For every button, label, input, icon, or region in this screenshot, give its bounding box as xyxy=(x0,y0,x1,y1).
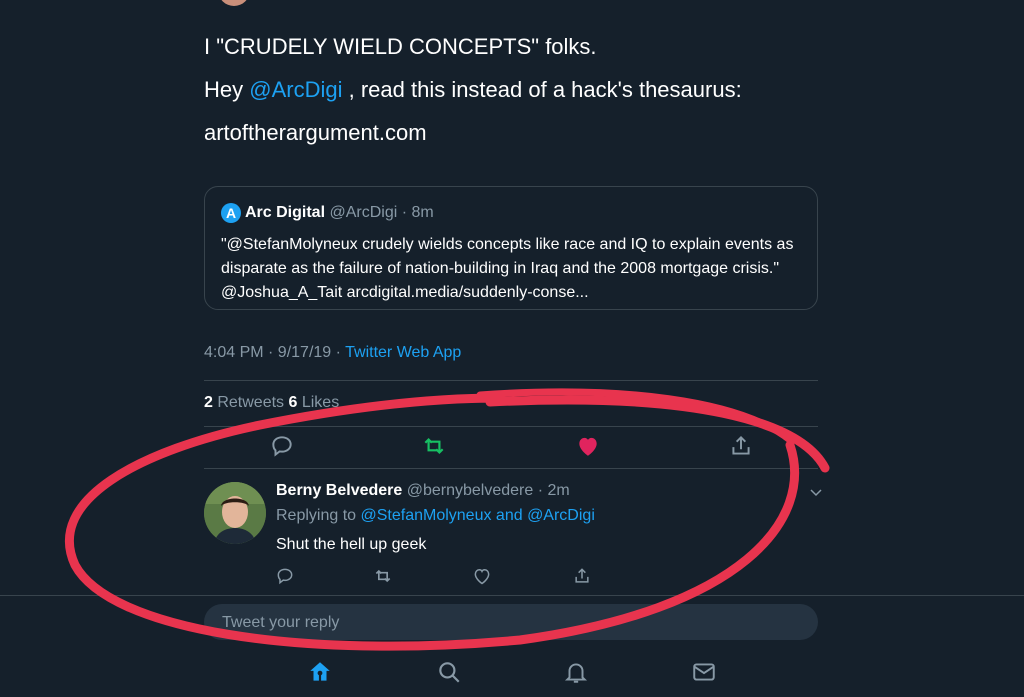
quoted-author-handle-time: @ArcDigi · 8m xyxy=(325,204,434,221)
mention-link[interactable]: @ArcDigi xyxy=(249,77,342,102)
tweet-meta: 4:04 PM · 9/17/19 · Twitter Web App xyxy=(204,343,461,363)
divider xyxy=(204,380,818,381)
replying-to-label: Replying to xyxy=(276,507,361,524)
avatar[interactable] xyxy=(204,482,266,544)
author-avatar[interactable] xyxy=(218,0,250,6)
share-icon[interactable] xyxy=(728,433,754,459)
reply-text: Shut the hell up geek xyxy=(276,536,427,553)
share-icon[interactable] xyxy=(572,566,592,586)
tweet-timestamp: 4:04 PM · 9/17/19 · xyxy=(204,344,346,361)
mail-icon[interactable] xyxy=(691,659,717,685)
reply-author-name[interactable]: Berny Belvedere xyxy=(276,482,402,499)
replying-to: Replying to @StefanMolyneux and @ArcDigi xyxy=(276,506,595,526)
divider xyxy=(204,426,818,427)
retweet-label: Retweets xyxy=(212,394,289,411)
tweet-text-prefix: Hey xyxy=(204,77,250,102)
arc-digital-logo-icon: A xyxy=(221,203,241,223)
reply-icon[interactable] xyxy=(269,433,295,459)
heart-icon[interactable] xyxy=(472,566,492,586)
tweet-text-line-1: I "CRUDELY WIELD CONCEPTS" folks. xyxy=(204,34,597,59)
quoted-author-name: Arc Digital xyxy=(245,204,326,221)
quoted-tweet-card[interactable]: A Arc Digital @ArcDigi · 8m "@StefanMoly… xyxy=(204,186,818,310)
heart-icon[interactable] xyxy=(575,433,601,459)
reply-icon[interactable] xyxy=(275,566,295,586)
reply-header: Berny Belvedere @bernybelvedere · 2m xyxy=(276,481,570,501)
divider xyxy=(0,595,1024,596)
chevron-down-icon[interactable] xyxy=(808,484,824,500)
quoted-tweet-header: Arc Digital @ArcDigi · 8m xyxy=(245,203,434,223)
quoted-tweet-body: "@StefanMolyneux crudely wields concepts… xyxy=(221,236,794,301)
red-circle-annotation xyxy=(64,388,830,651)
tweet-url-link[interactable]: artoftherargument.com xyxy=(204,119,427,147)
bottom-nav xyxy=(0,648,1024,697)
reply-input[interactable] xyxy=(220,604,804,642)
engagement-counts[interactable]: 2 Retweets 6 Likes xyxy=(204,393,339,413)
replying-to-mentions[interactable]: @StefanMolyneux and @ArcDigi xyxy=(361,507,595,524)
divider xyxy=(204,468,818,469)
search-icon[interactable] xyxy=(436,659,462,685)
retweet-icon[interactable] xyxy=(373,566,393,586)
reply-composer xyxy=(204,604,818,642)
home-icon[interactable] xyxy=(307,659,333,685)
like-label: Likes xyxy=(297,394,340,411)
tweet-text-suffix: , read this instead of a hack's thesauru… xyxy=(342,77,742,102)
tweet-text-line-2: Hey @ArcDigi , read this instead of a ha… xyxy=(204,76,742,104)
retweet-icon[interactable] xyxy=(421,433,447,459)
bell-icon[interactable] xyxy=(563,659,589,685)
tweet-client-link[interactable]: Twitter Web App xyxy=(345,344,461,361)
reply-author-handle-time: @bernybelvedere · 2m xyxy=(402,482,570,499)
retweet-count: 2 xyxy=(204,394,213,411)
